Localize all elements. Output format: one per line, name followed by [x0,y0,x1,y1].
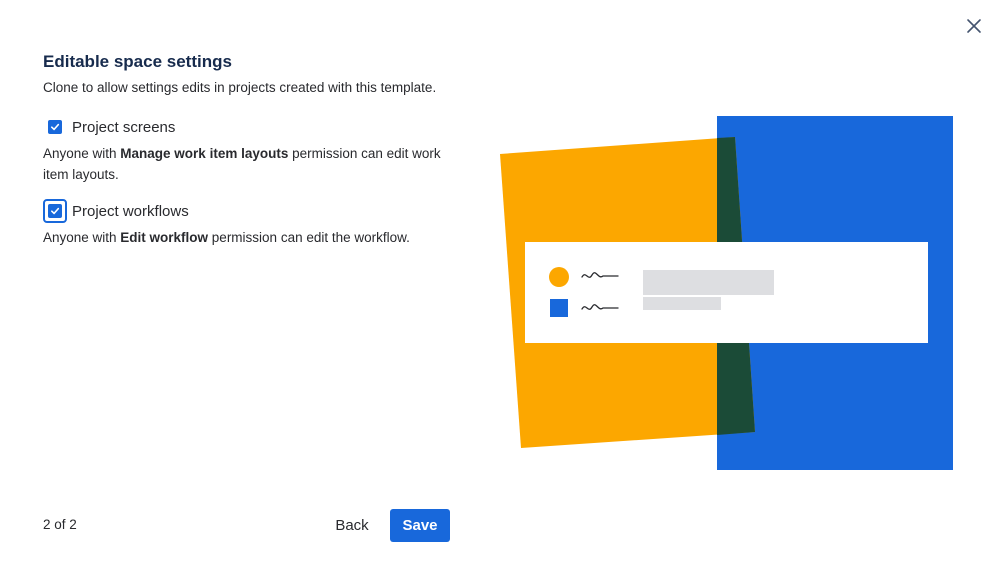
settings-illustration [500,116,953,470]
project-workflows-description: Anyone with Edit workflow permission can… [43,230,410,245]
close-button[interactable] [960,12,988,40]
dialog-title: Editable space settings [43,52,232,71]
option-project-screens: Project screens Anyone with Manage work … [43,115,443,185]
project-workflows-label[interactable]: Project workflows [72,203,189,220]
checkmark-icon [51,123,60,131]
close-icon [967,19,981,33]
dialog-subtitle: Clone to allow settings edits in project… [43,80,437,95]
project-screens-checkbox[interactable] [43,115,67,139]
step-indicator: 2 of 2 [43,517,77,532]
option-project-workflows: Project workflows Anyone with Edit workf… [43,199,443,248]
project-screens-description: Anyone with Manage work item layouts per… [43,146,441,182]
project-screens-label[interactable]: Project screens [72,119,175,136]
project-workflows-checkbox[interactable] [43,199,67,223]
save-button[interactable]: Save [390,509,450,542]
checkmark-icon [51,207,60,215]
back-button[interactable]: Back [322,509,382,542]
